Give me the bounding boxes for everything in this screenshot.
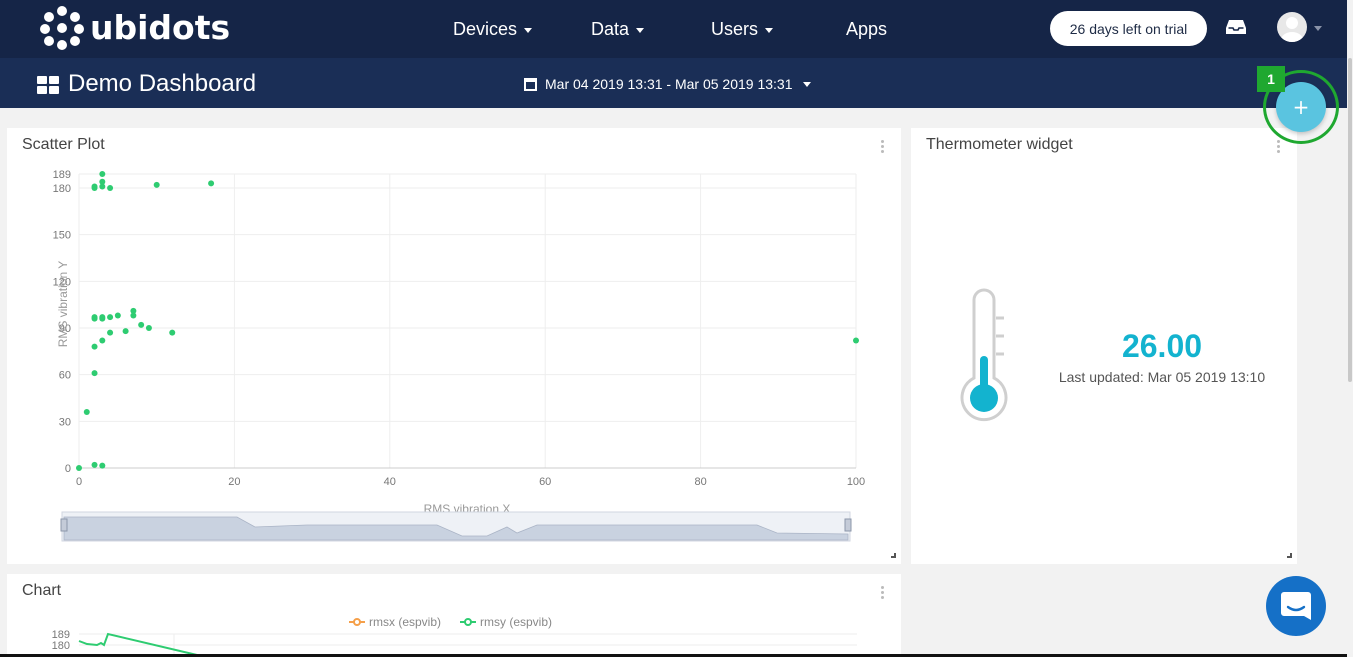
ubidots-logo[interactable]: ubidots	[40, 6, 230, 50]
nav-devices-label: Devices	[453, 18, 518, 39]
y-tick-label: 30	[59, 416, 71, 428]
y-tick-label: 150	[53, 230, 71, 242]
caret-down-icon	[636, 28, 645, 33]
scatter-point[interactable]	[208, 180, 215, 187]
scatter-point[interactable]	[138, 321, 145, 328]
logo-dots-icon	[40, 6, 84, 50]
chat-icon	[1281, 592, 1311, 620]
zoom-slider[interactable]	[60, 511, 852, 542]
x-tick-label: 60	[539, 476, 551, 488]
legend-label: rmsy (espvib)	[480, 615, 552, 629]
y-tick-label: 60	[59, 370, 71, 382]
nav-users[interactable]: Users	[711, 0, 774, 58]
date-range-label: Mar 04 2019 13:31 - Mar 05 2019 13:31	[545, 76, 793, 92]
legend-item-rmsy[interactable]: rmsy (espvib)	[460, 615, 552, 629]
scatter-point[interactable]	[91, 461, 98, 468]
scatter-point[interactable]	[130, 307, 137, 314]
caret-down-icon	[802, 81, 811, 87]
x-tick-label: 100	[847, 476, 865, 488]
trial-button[interactable]: 26 days left on trial	[1050, 11, 1207, 46]
scrollbar-thumb[interactable]	[1348, 58, 1352, 382]
thermometer-value: 26.00	[1121, 328, 1203, 364]
caret-down-icon	[524, 28, 533, 33]
dashboard-title[interactable]: Demo Dashboard	[68, 68, 256, 100]
y-axis-label: RMS vibration Y	[56, 261, 70, 347]
scatter-point[interactable]	[99, 314, 106, 321]
scatter-point[interactable]	[114, 312, 121, 319]
widget-menu-icon[interactable]	[1277, 140, 1281, 154]
scatter-point[interactable]	[153, 181, 160, 188]
user-silhouette-icon	[1281, 17, 1303, 42]
scatter-point[interactable]	[91, 370, 98, 377]
calendar-icon	[524, 77, 537, 91]
caret-down-icon	[765, 28, 774, 33]
nav-data[interactable]: Data	[591, 0, 645, 58]
scatter-point[interactable]	[145, 325, 152, 331]
scatter-point[interactable]	[853, 337, 859, 344]
scatter-point[interactable]	[91, 183, 98, 190]
resize-handle[interactable]	[1287, 553, 1292, 558]
widget-title: Thermometer widget	[926, 136, 1073, 153]
scatter-point[interactable]	[122, 328, 129, 335]
avatar-caret-icon[interactable]	[1314, 26, 1322, 31]
scatter-point[interactable]	[99, 178, 106, 185]
nav-data-label: Data	[591, 18, 630, 39]
inbox-icon[interactable]	[1226, 19, 1246, 35]
scatter-point[interactable]	[169, 329, 176, 336]
scatter-point[interactable]	[107, 329, 114, 336]
legend-item-rmsx[interactable]: rmsx (espvib)	[349, 615, 441, 629]
date-range-picker[interactable]: Mar 04 2019 13:31 - Mar 05 2019 13:31	[524, 74, 811, 94]
scatter-point[interactable]	[99, 462, 106, 469]
y-tick-label: 0	[65, 463, 71, 475]
x-tick-label: 40	[384, 476, 396, 488]
nav-devices[interactable]: Devices	[453, 0, 533, 58]
user-avatar[interactable]	[1277, 12, 1307, 42]
scatter-point[interactable]	[99, 171, 106, 177]
scatter-point[interactable]	[91, 314, 98, 321]
step-badge: 1	[1257, 66, 1285, 92]
y-tick-label: 189	[53, 169, 71, 181]
thermometer-icon	[960, 288, 1008, 422]
scatter-point[interactable]	[99, 337, 106, 344]
x-tick-label: 0	[76, 476, 82, 488]
x-tick-label: 20	[228, 476, 240, 488]
last-updated-text: Last updated: Mar 05 2019 13:10	[1058, 369, 1266, 385]
zoom-handle-right[interactable]	[844, 518, 852, 532]
line-chart: rmsx (espvib) rmsy (espvib) 189 180	[52, 615, 857, 657]
x-tick-label: 80	[694, 476, 706, 488]
scatter-point[interactable]	[107, 185, 114, 191]
scatter-point[interactable]	[107, 314, 114, 321]
y-tick-label: 180	[53, 183, 71, 195]
chat-launcher-button[interactable]	[1266, 576, 1326, 636]
dashboard-grid-icon[interactable]	[37, 76, 59, 94]
nav-apps-label: Apps	[846, 18, 888, 39]
nav-apps[interactable]: Apps	[846, 0, 887, 58]
legend-label: rmsx (espvib)	[369, 615, 441, 629]
scatter-point[interactable]	[91, 343, 98, 350]
chart-y-tick: 180	[52, 640, 70, 652]
logo-text: ubidots	[90, 8, 231, 47]
zoom-handle-left[interactable]	[60, 518, 68, 532]
scatter-grid	[78, 173, 857, 469]
nav-users-label: Users	[711, 18, 759, 39]
scatter-point[interactable]	[76, 465, 82, 471]
scatter-chart: 0 20 40 60 80 1000306090120150180189 RMS vibr…	[53, 169, 865, 542]
scatter-points	[76, 171, 859, 471]
scatter-point[interactable]	[83, 409, 90, 415]
